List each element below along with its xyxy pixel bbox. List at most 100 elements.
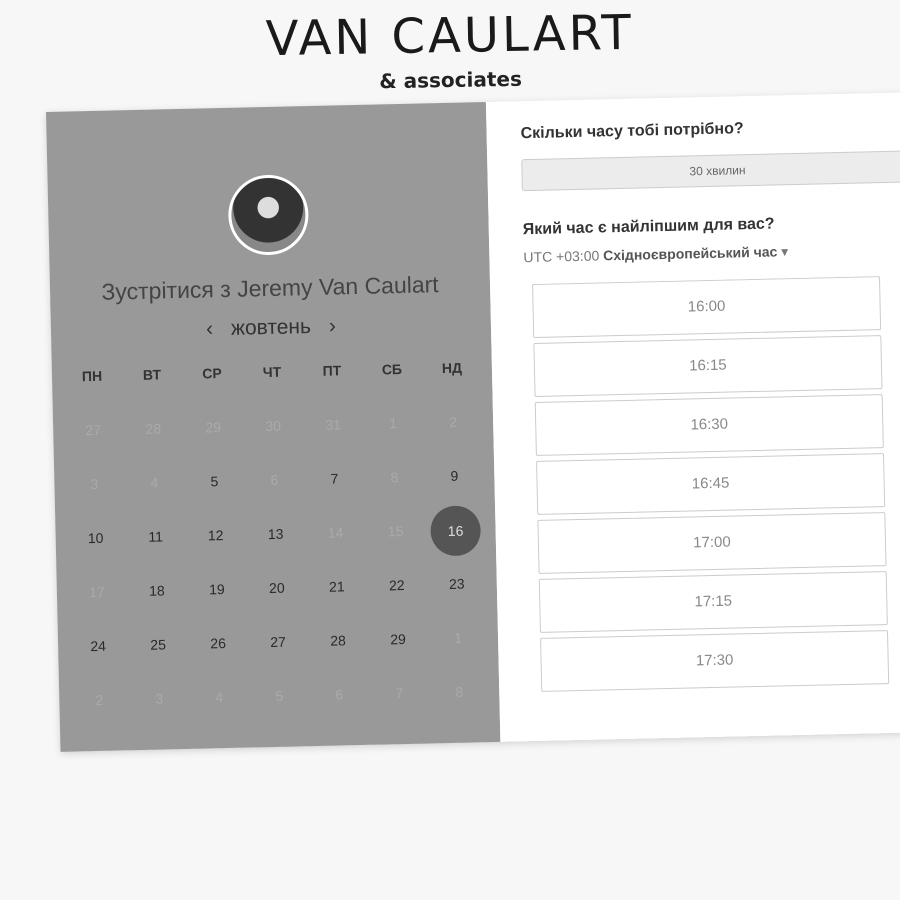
day-number: 5 — [210, 473, 219, 490]
time-slot[interactable]: 16:15 — [533, 335, 883, 397]
time-slot[interactable]: 17:00 — [537, 512, 887, 574]
day-number: 1 — [453, 629, 463, 646]
day-number: 14 — [327, 524, 344, 541]
day-number: 26 — [210, 635, 227, 652]
day-number: 7 — [395, 685, 404, 702]
weekday-header: ПТ — [322, 362, 342, 379]
day-number: 25 — [150, 636, 167, 653]
prev-month-button[interactable]: ‹ — [206, 317, 214, 340]
chevron-down-icon: ▾ — [781, 243, 789, 260]
calendar-day[interactable]: 25 — [128, 636, 189, 691]
day-number: 3 — [90, 475, 99, 493]
calendar-day[interactable]: 22 — [367, 576, 428, 631]
calendar-day[interactable]: 10 — [66, 529, 127, 584]
day-number: 12 — [207, 527, 224, 544]
calendar-day[interactable]: 5 — [184, 473, 245, 528]
brand-name: VAN CAULART — [265, 4, 635, 68]
booking-card: Зустрітися з Jeremy Van Caulart ‹ жовтен… — [46, 91, 900, 752]
calendar-grid: ПН ВТ СР ЧТ ПТ СБ НД 27 28 29 30 31 1 2 3 4 5 6 7 8 9 10 11 12 1… — [62, 359, 490, 746]
day-number: 1 — [389, 415, 398, 432]
day-number: 7 — [330, 470, 339, 487]
day-number: 31 — [325, 416, 342, 433]
day-number: 4 — [150, 474, 159, 491]
day-number: 29 — [390, 630, 407, 648]
time-slot[interactable]: 16:45 — [536, 453, 886, 515]
avatar — [227, 174, 310, 256]
calendar-day: 3 — [129, 690, 190, 745]
calendar-day: 15 — [365, 522, 426, 577]
day-number: 13 — [267, 525, 284, 543]
calendar-day: 3 — [64, 475, 125, 530]
calendar-day[interactable]: 19 — [187, 581, 248, 636]
calendar-day: 14 — [305, 524, 366, 579]
day-number: 8 — [390, 469, 399, 486]
calendar-day[interactable]: 26 — [188, 635, 249, 690]
day-number: 21 — [328, 578, 345, 595]
calendar-day: 17 — [67, 583, 128, 638]
calendar-day[interactable]: 11 — [125, 528, 186, 583]
calendar-day: 6 — [309, 686, 370, 741]
calendar-day: 7 — [369, 684, 430, 739]
calendar-day[interactable]: 7 — [304, 470, 365, 525]
day-number: 6 — [335, 686, 344, 703]
time-slot-list: 16:00 16:15 16:30 16:45 17:00 17:15 17:30 — [524, 275, 900, 695]
calendar-day[interactable]: 28 — [308, 632, 369, 687]
day-number: 3 — [155, 690, 164, 707]
time-slot[interactable]: 16:00 — [532, 276, 882, 339]
duration-option[interactable]: 30 хвилин — [521, 150, 900, 192]
calendar-day: 8 — [364, 469, 425, 524]
calendar-day[interactable]: 18 — [127, 582, 188, 637]
time-slot[interactable]: 17:15 — [538, 571, 888, 633]
weekday-header: СБ — [381, 360, 403, 378]
timezone-select[interactable]: UTC +03:00 Східноєвропейський час ▾ — [523, 240, 900, 266]
calendar-day: 6 — [244, 471, 305, 526]
day-number: 18 — [148, 582, 165, 599]
time-question: Який час є найліпшим для вас? — [522, 215, 775, 239]
timezone-offset: UTC +03:00 — [523, 247, 600, 266]
day-number: 27 — [270, 633, 287, 651]
calendar-day: 1 — [428, 629, 489, 684]
day-number: 10 — [87, 529, 104, 547]
weekday-header: ЧТ — [262, 363, 282, 381]
weekday-header: ПН — [81, 367, 103, 385]
calendar-day[interactable]: 12 — [185, 527, 246, 582]
calendar-day[interactable]: 24 — [68, 637, 129, 692]
day-number: 28 — [145, 420, 162, 437]
calendar-day: 8 — [429, 683, 490, 738]
calendar-day[interactable]: 23 — [427, 575, 488, 630]
calendar-day[interactable]: 20 — [247, 579, 308, 634]
day-number: 15 — [387, 523, 404, 540]
calendar-day: 27 — [63, 421, 124, 476]
calendar-day[interactable]: 21 — [307, 578, 368, 633]
day-number: 27 — [85, 421, 102, 439]
duration-question: Скільки часу тобі потрібно? — [520, 120, 744, 143]
day-number: 30 — [265, 417, 282, 435]
calendar-day: 4 — [124, 474, 185, 529]
calendar-day[interactable]: 29 — [368, 630, 429, 685]
calendar-day[interactable]: 27 — [248, 633, 309, 688]
month-nav: ‹ жовтень › — [51, 311, 491, 345]
calendar-panel: Зустрітися з Jeremy Van Caulart ‹ жовтен… — [46, 102, 501, 752]
day-number: 5 — [275, 687, 284, 704]
time-slot[interactable]: 16:30 — [534, 394, 884, 456]
day-number: 17 — [88, 583, 105, 601]
time-slot[interactable]: 17:30 — [540, 630, 890, 692]
calendar-day[interactable]: 13 — [245, 525, 306, 580]
weekday-header: СР — [202, 365, 222, 382]
day-number: 23 — [448, 575, 465, 592]
month-label: жовтень — [230, 315, 312, 340]
day-number: 20 — [268, 579, 285, 597]
day-number: 16 — [430, 505, 482, 557]
calendar-day: 1 — [363, 415, 424, 470]
day-number: 29 — [205, 419, 222, 436]
next-month-button[interactable]: › — [329, 314, 337, 337]
day-number: 2 — [449, 413, 458, 430]
day-number: 24 — [90, 637, 107, 655]
calendar-day-selected[interactable]: 16 — [425, 505, 486, 576]
day-number: 2 — [95, 691, 104, 709]
day-number: 6 — [270, 471, 279, 488]
day-number: 19 — [208, 581, 225, 598]
calendar-day: 30 — [243, 417, 304, 472]
calendar-day: 28 — [123, 420, 184, 475]
calendar-day: 5 — [249, 687, 310, 742]
